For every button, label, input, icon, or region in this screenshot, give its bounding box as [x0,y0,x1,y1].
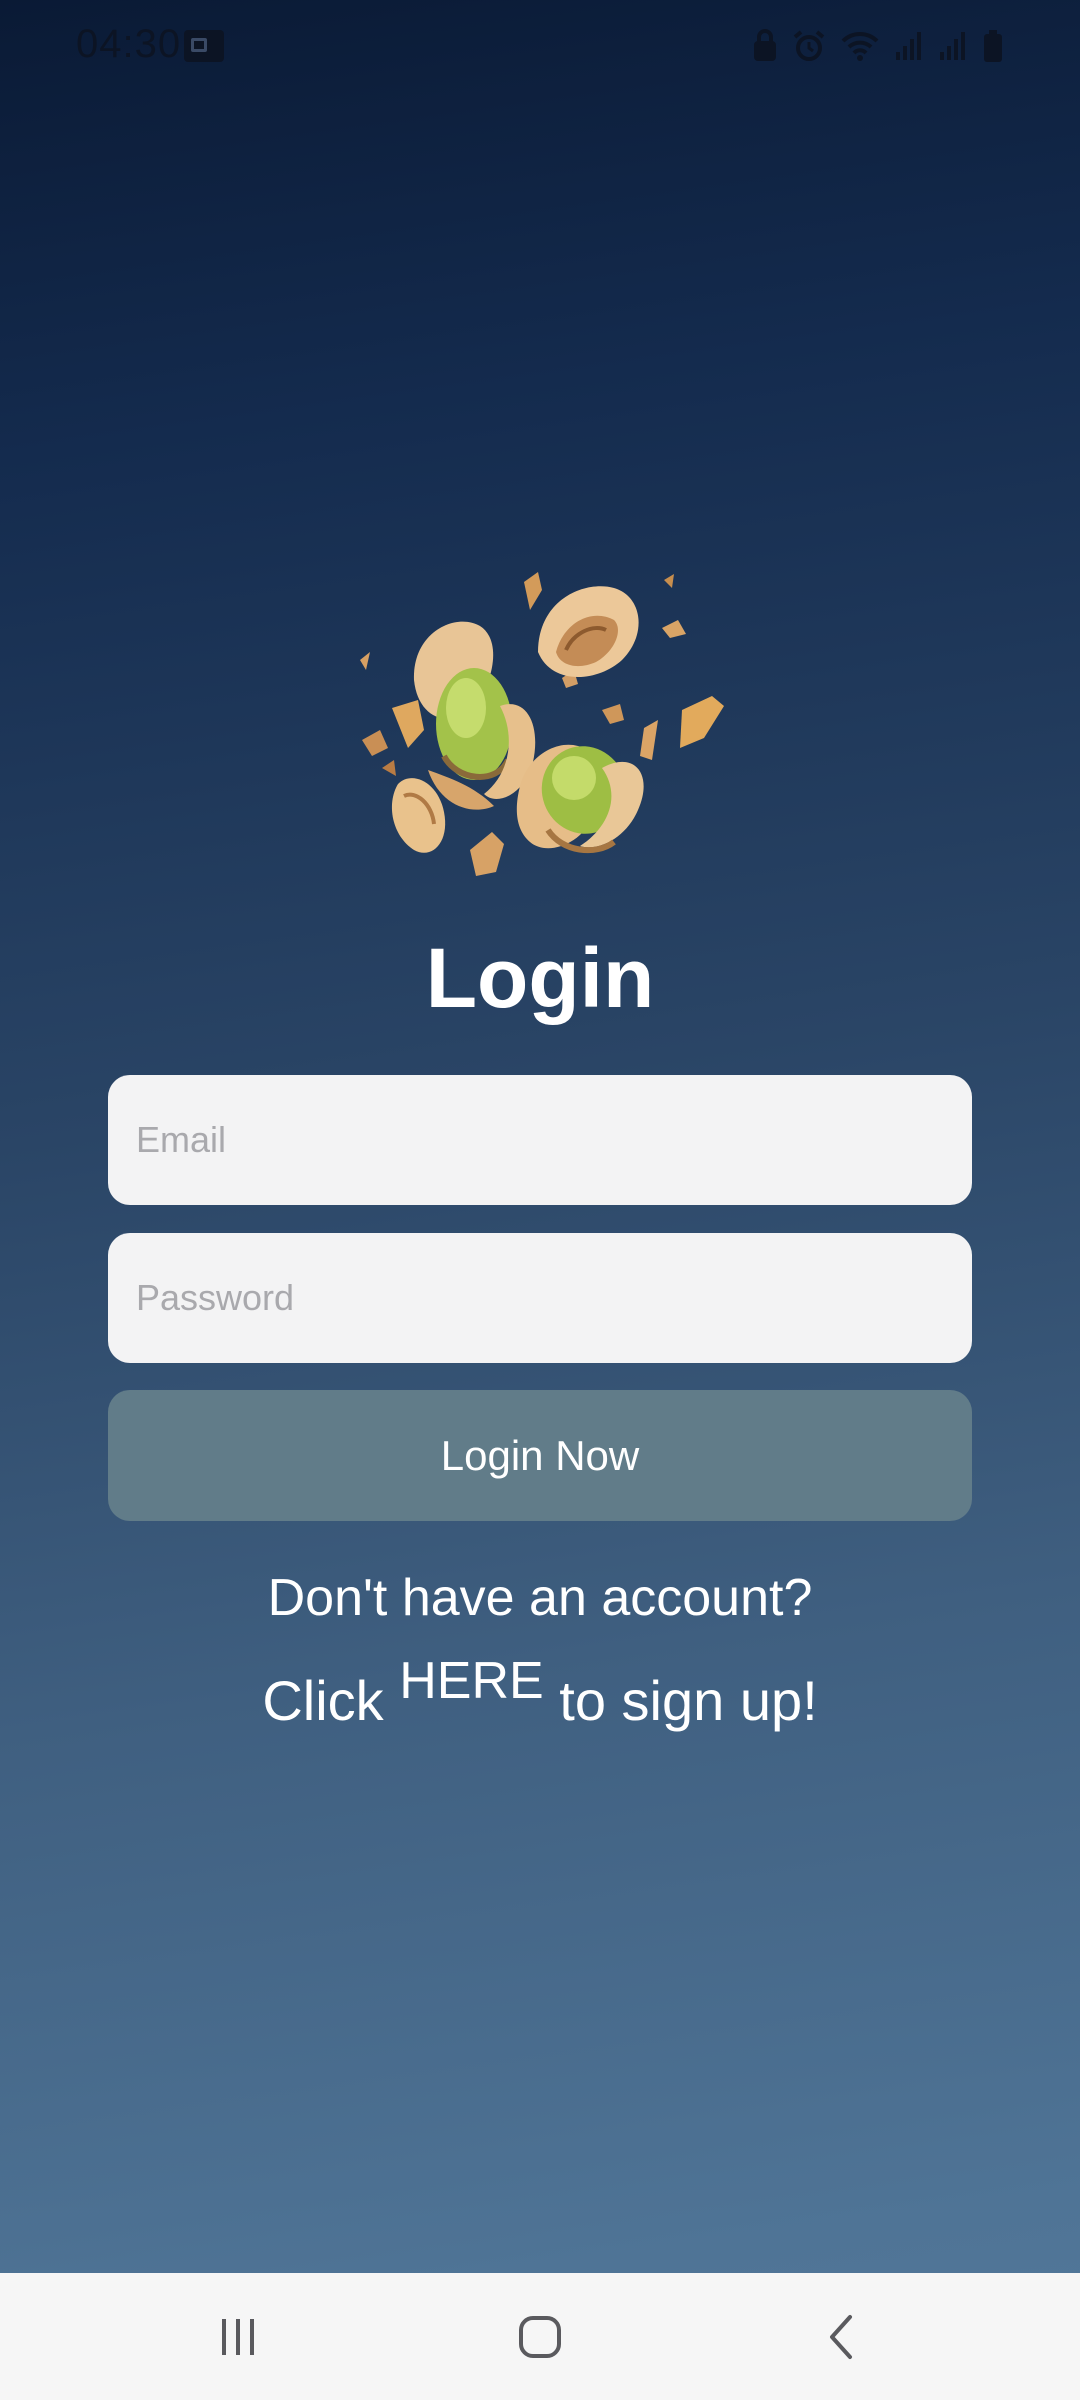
lock-icon [754,29,776,61]
signal-icon [896,32,921,60]
status-bar: 04:30 [0,0,1080,92]
recents-icon [222,2318,254,2355]
back-button[interactable] [742,2273,942,2400]
status-icons [752,26,1004,66]
login-now-button[interactable]: Login Now [108,1390,972,1521]
password-field[interactable] [108,1233,972,1363]
signal-icon [940,32,965,60]
status-time: 04:30 [76,22,182,66]
recents-button[interactable] [138,2273,338,2400]
back-icon [830,2314,852,2359]
email-field[interactable] [108,1075,972,1205]
password-input[interactable] [134,1276,972,1320]
home-icon [519,2315,561,2358]
signup-prefix: Click [262,1669,384,1732]
login-screen: 04:30 Login Email Login Now Don't have a… [0,0,1080,2400]
alarm-icon [793,30,825,61]
home-button[interactable] [440,2273,640,2400]
notification-badge-icon [184,30,224,62]
page-title: Login [425,931,655,1025]
pistachio-logo-icon [352,560,732,890]
system-nav-bar [0,2273,1080,2400]
signup-question: Don't have an account? [267,1569,813,1627]
wifi-icon [841,31,879,61]
signup-suffix: to sign up! [559,1669,818,1732]
signup-line: Click HERE to sign up! [0,1652,1080,1733]
signup-here-link[interactable]: HERE [399,1652,543,1710]
email-input[interactable] [134,1118,972,1162]
battery-icon [984,30,1002,62]
